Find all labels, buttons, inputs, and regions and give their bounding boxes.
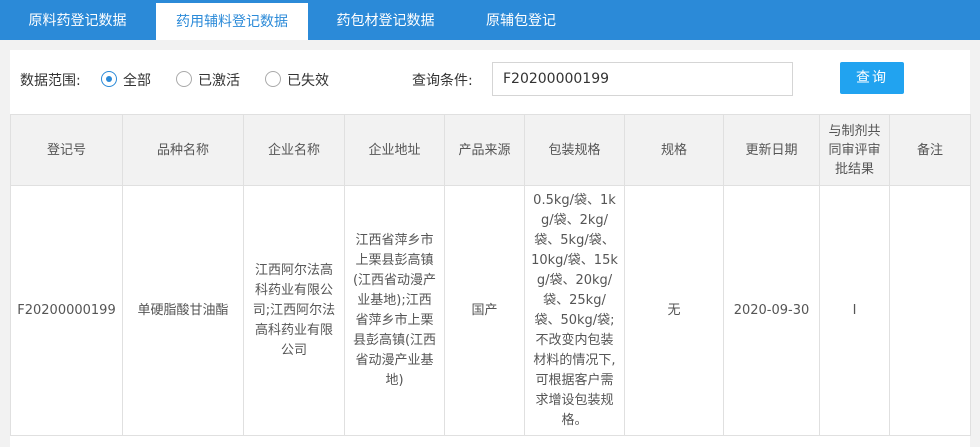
filter-bar: 数据范围: 全部 已激活 已失效 查询条件: 查询 bbox=[10, 50, 970, 106]
cell-product-source: 国产 bbox=[444, 185, 525, 436]
cell-company-name: 江西阿尔法高科药业有限公司;江西阿尔法高科药业有限公司 bbox=[243, 185, 345, 436]
tab-api-registration[interactable]: 原料药登记数据 bbox=[0, 0, 155, 40]
radio-all[interactable]: 全部 bbox=[101, 70, 161, 89]
tab-excipient-registration[interactable]: 药用辅料登记数据 bbox=[156, 3, 308, 40]
scope-label: 数据范围: bbox=[20, 73, 81, 89]
radio-active-label: 已激活 bbox=[198, 73, 240, 89]
radio-expired-label: 已失效 bbox=[287, 73, 329, 89]
header-company-address: 企业地址 bbox=[344, 114, 445, 186]
cell-company-address: 江西省萍乡市上栗县彭高镇(江西省动漫产业基地);江西省萍乡市上栗县彭高镇(江西省… bbox=[344, 185, 445, 436]
header-update-date: 更新日期 bbox=[723, 114, 820, 186]
cell-spec: 无 bbox=[624, 185, 724, 436]
header-review-result: 与制剂共同审评审批结果 bbox=[819, 114, 890, 186]
table-header-row: 登记号 品种名称 企业名称 企业地址 产品来源 包装规格 规格 更新日期 与制剂… bbox=[10, 114, 971, 186]
cell-review-result: I bbox=[819, 185, 890, 436]
cell-remarks bbox=[889, 185, 971, 436]
radio-active[interactable]: 已激活 bbox=[176, 70, 246, 89]
cell-variety-name: 单硬脂酸甘油酯 bbox=[122, 185, 244, 436]
top-tab-bar: 原料药登记数据 药用辅料登记数据 药包材登记数据 原辅包登记 bbox=[0, 0, 980, 40]
radio-unselected-icon bbox=[176, 71, 192, 87]
header-remarks: 备注 bbox=[889, 114, 971, 186]
radio-selected-icon bbox=[101, 71, 117, 87]
tab-packaging-registration[interactable]: 药包材登记数据 bbox=[318, 0, 453, 40]
header-company-name: 企业名称 bbox=[243, 114, 345, 186]
cell-update-date: 2020-09-30 bbox=[723, 185, 820, 436]
header-variety-name: 品种名称 bbox=[122, 114, 244, 186]
table-row: F20200000199 单硬脂酸甘油酯 江西阿尔法高科药业有限公司;江西阿尔法… bbox=[10, 185, 971, 436]
query-input[interactable] bbox=[492, 62, 793, 96]
search-button[interactable]: 查询 bbox=[840, 62, 904, 94]
header-packaging-spec: 包装规格 bbox=[524, 114, 625, 186]
radio-unselected-icon bbox=[265, 71, 281, 87]
tab-combined-registration[interactable]: 原辅包登记 bbox=[461, 0, 581, 40]
header-spec: 规格 bbox=[624, 114, 724, 186]
radio-expired[interactable]: 已失效 bbox=[265, 70, 335, 89]
query-label: 查询条件: bbox=[412, 73, 473, 89]
header-registration-no: 登记号 bbox=[10, 114, 123, 186]
cell-packaging-spec: 0.5kg/袋、1kg/袋、2kg/袋、5kg/袋、10kg/袋、15kg/袋、… bbox=[524, 185, 625, 436]
radio-all-label: 全部 bbox=[123, 73, 151, 89]
results-table: 登记号 品种名称 企业名称 企业地址 产品来源 包装规格 规格 更新日期 与制剂… bbox=[10, 114, 971, 436]
content-panel: 数据范围: 全部 已激活 已失效 查询条件: 查询 登记号 品种名称 企业名称 … bbox=[10, 50, 971, 447]
cell-registration-no: F20200000199 bbox=[10, 185, 123, 436]
header-product-source: 产品来源 bbox=[444, 114, 525, 186]
